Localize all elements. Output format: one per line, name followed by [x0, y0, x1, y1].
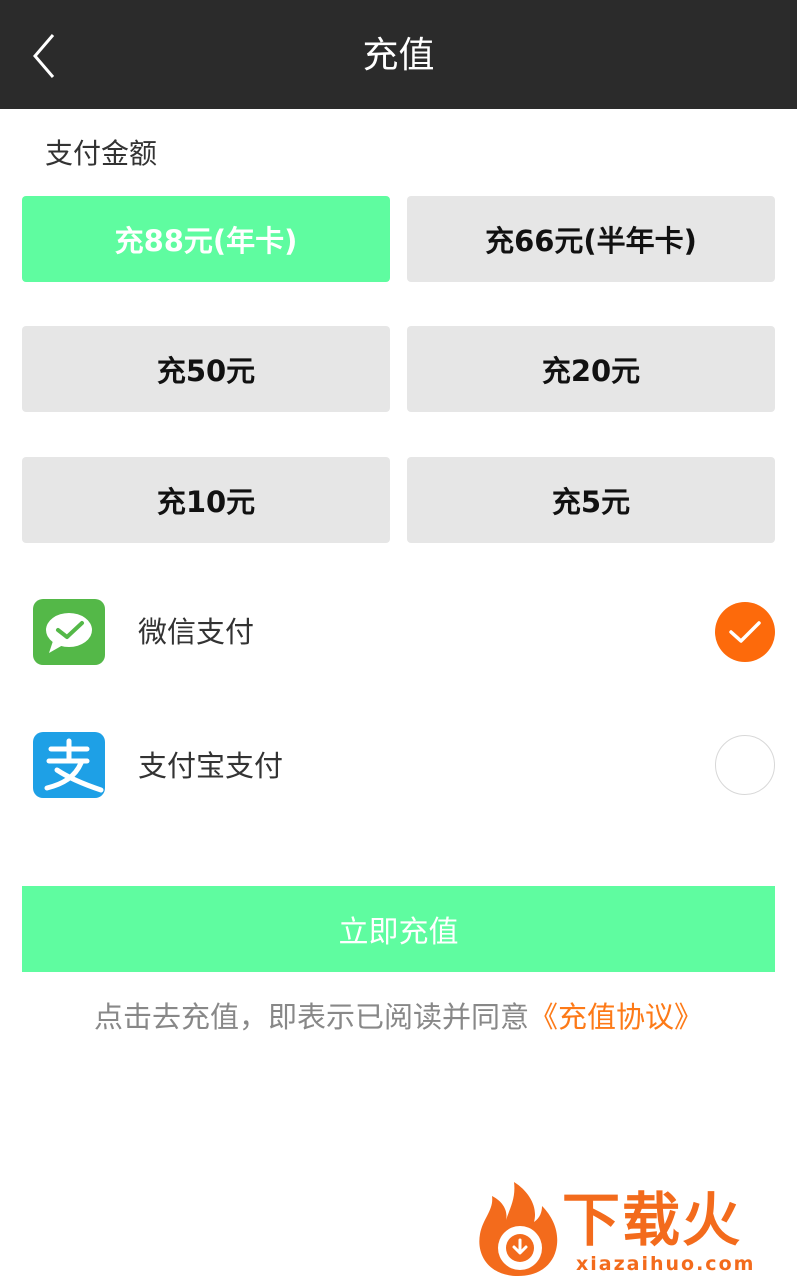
amount-section-label: 支付金额 — [45, 137, 158, 170]
recharge-now-button[interactable]: 立即充值 — [22, 886, 775, 972]
amount-option-20[interactable]: 充20元 — [407, 326, 775, 412]
top-bar: 充值 — [0, 0, 797, 109]
watermark-text-en: xiazaihuo.com — [576, 1253, 756, 1275]
payment-method-alipay[interactable]: 支付宝支付 — [0, 716, 797, 816]
wechat-pay-icon — [33, 599, 105, 665]
wechat-pay-label: 微信支付 — [138, 615, 255, 649]
wechat-pay-radio[interactable] — [715, 602, 775, 662]
agreement-text: 点击去充值，即表示已阅读并同意 — [93, 1000, 529, 1034]
page-title: 充值 — [362, 35, 435, 76]
watermark-logo: 下载火 xiazaihuo.com — [472, 1178, 797, 1280]
agreement-notice: 点击去充值，即表示已阅读并同意《充值协议》 — [0, 995, 797, 1039]
amount-option-5[interactable]: 充5元 — [407, 457, 775, 543]
watermark-text-cn: 下载火 — [562, 1186, 743, 1254]
payment-method-wechat[interactable]: 微信支付 — [0, 582, 797, 682]
checkmark-icon — [729, 621, 761, 643]
flame-logo-icon — [479, 1182, 558, 1276]
recharge-agreement-link[interactable]: 《充值协议》 — [529, 1000, 703, 1034]
amount-option-88[interactable]: 充88元(年卡) — [22, 196, 390, 282]
alipay-radio[interactable] — [715, 735, 775, 795]
alipay-label: 支付宝支付 — [138, 749, 284, 783]
amount-option-50[interactable]: 充50元 — [22, 326, 390, 412]
amount-option-10[interactable]: 充10元 — [22, 457, 390, 543]
amount-option-66[interactable]: 充66元(半年卡) — [407, 196, 775, 282]
alipay-icon — [33, 732, 105, 798]
